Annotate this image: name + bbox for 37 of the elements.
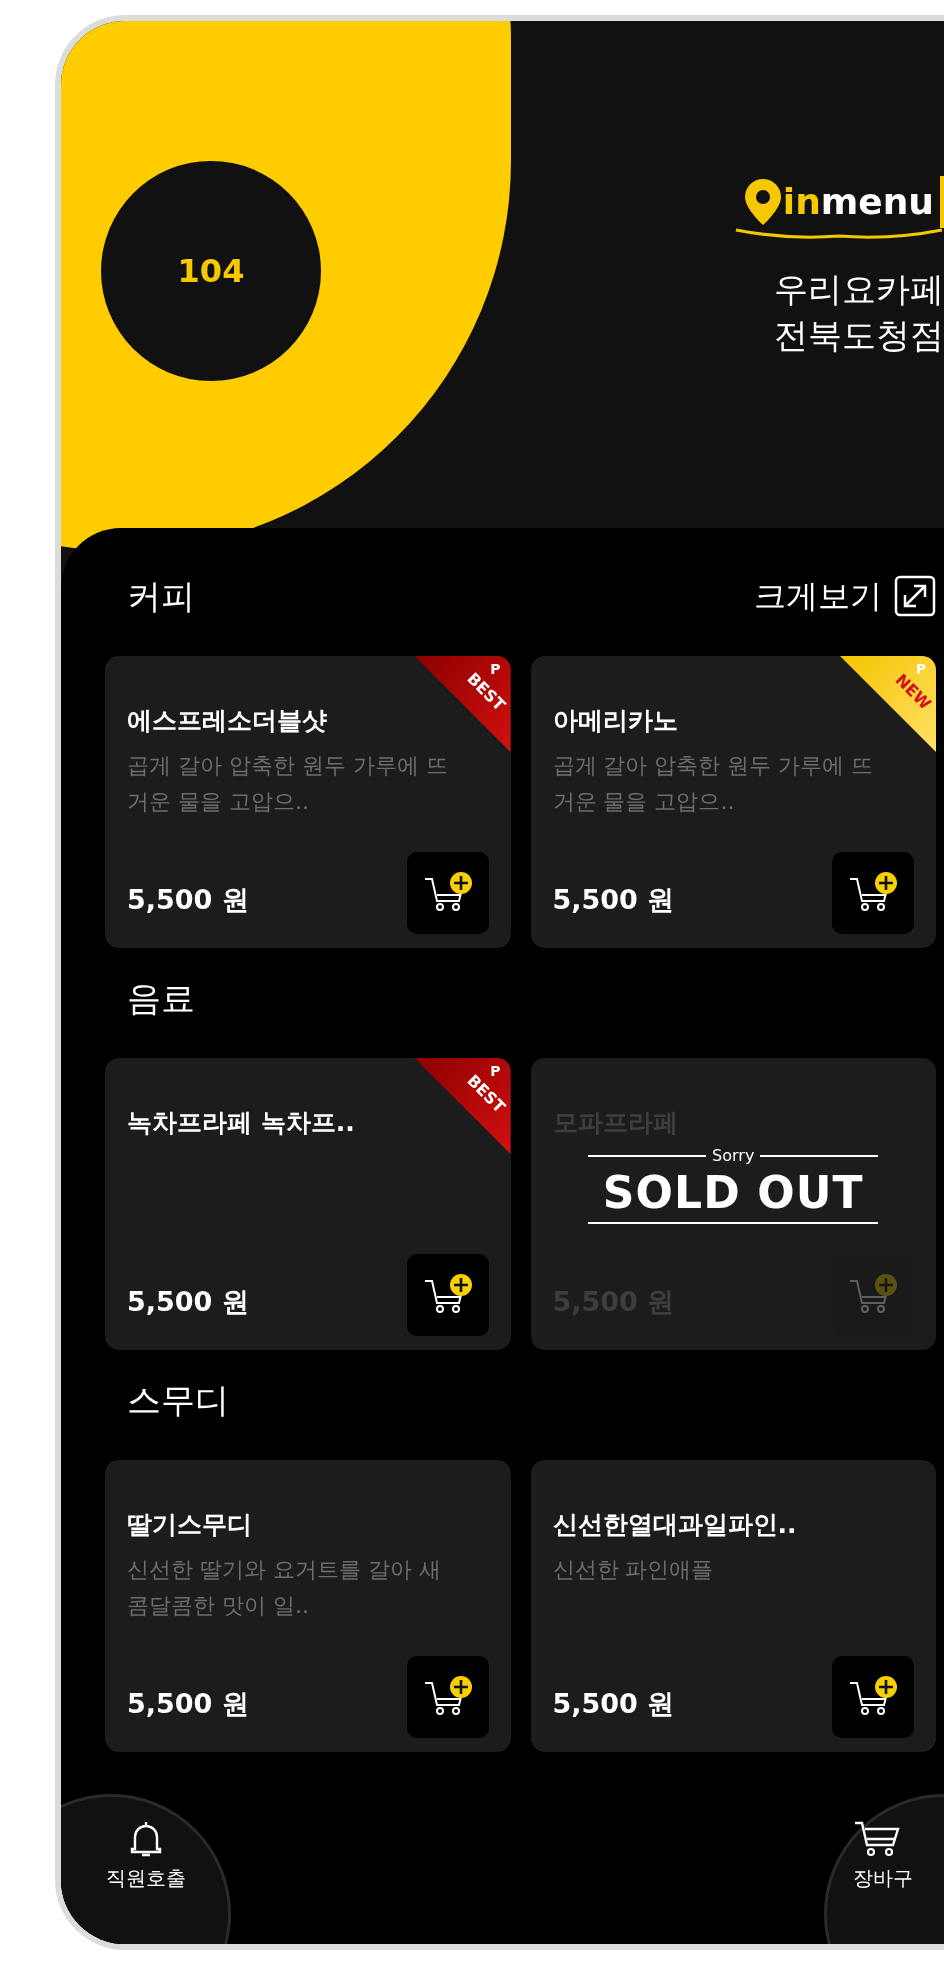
add-to-cart-button[interactable] <box>832 852 914 934</box>
expand-icon <box>894 575 936 617</box>
item-description: 신선한 딸기와 요거트를 갈아 새콤달콤한 맛이 일.. <box>127 1556 442 1620</box>
item-description: 곱게 갈아 압축한 원두 가루에 뜨거운 물을 고압으.. <box>552 752 875 816</box>
item-price: 5,500 원 <box>552 1686 675 1721</box>
enlarge-link[interactable]: 크게보기 <box>754 572 936 620</box>
category-title: 커피 <box>126 574 195 618</box>
item-description: 신선한 파인애플 <box>552 1556 715 1584</box>
item-name: 녹차프라페 녹차프.. <box>127 1107 356 1139</box>
item-price: 5,500 원 <box>127 1284 249 1319</box>
add-to-cart-button[interactable] <box>406 852 489 934</box>
item-price: 5,500 원 <box>127 882 249 917</box>
book-underline-icon <box>734 228 944 240</box>
add-to-cart-button[interactable] <box>406 1656 489 1738</box>
category-title: 스무디 <box>126 1378 229 1422</box>
item-name: 아메리카노 <box>552 705 679 737</box>
item-description: 곱게 갈아 압축한 원두 가루에 뜨거운 물을 고압으.. <box>127 752 449 816</box>
sold-out-note: Sorry <box>712 1148 755 1164</box>
add-to-cart-button[interactable] <box>406 1254 489 1336</box>
menu-card[interactable]: 신선한열대과일파인.. 신선한 파인애플 5,500 원 <box>530 1460 936 1752</box>
bell-icon <box>129 1819 163 1859</box>
ribbon-mark: P <box>915 662 926 676</box>
item-name: 에스프레소더블샷 <box>127 705 328 737</box>
pin-icon <box>742 177 783 227</box>
sold-out-label: SOLD OUT <box>602 1166 864 1220</box>
item-price: 5,500 원 <box>552 882 675 917</box>
ribbon-mark: P <box>490 662 501 676</box>
item-name: 딸기스무디 <box>127 1509 253 1541</box>
add-to-cart-button[interactable] <box>832 1656 914 1738</box>
item-price: 5,500 원 <box>127 1686 249 1721</box>
store-name: 우리요카페 <box>774 268 944 311</box>
brand-logo: inmenu <box>734 176 944 240</box>
item-name: 신선한열대과일파인.. <box>552 1509 798 1541</box>
ribbon-mark: P <box>490 1064 501 1078</box>
store-branch: 전북도청점 <box>774 314 944 357</box>
category-title: 음료 <box>126 976 195 1020</box>
menu-card[interactable]: 딸기스무디 신선한 딸기와 요거트를 갈아 새콤달콤한 맛이 일.. 5,500 원 <box>105 1460 511 1752</box>
